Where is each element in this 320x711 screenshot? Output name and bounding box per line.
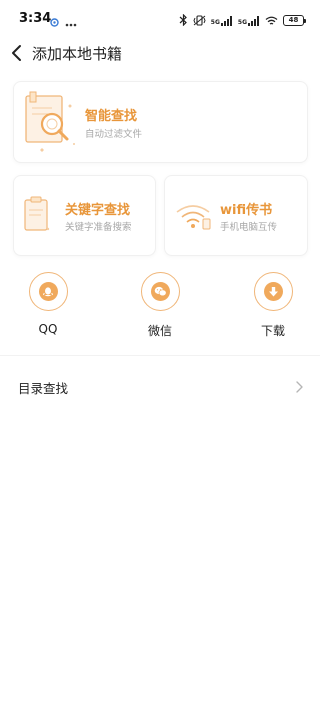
smart-search-subtitle: 自动过滤文件	[85, 129, 143, 140]
bluetooth-icon	[179, 11, 188, 30]
back-arrow-icon	[12, 45, 21, 61]
wifi-transfer-subtitle: 手机电脑互传	[220, 222, 278, 233]
smart-search-card[interactable]: 智能查找 自动过滤文件	[13, 81, 308, 163]
back-button[interactable]	[8, 42, 28, 64]
wifi-status-icon	[265, 11, 278, 30]
qq-label: QQ	[38, 322, 58, 336]
status-time: 3:34	[19, 11, 52, 26]
wifi-transfer-title: wifi传书	[220, 203, 273, 218]
wechat-button[interactable]: 微信	[120, 272, 200, 339]
battery-indicator: 48	[283, 15, 306, 26]
smart-search-illustration-icon	[25, 91, 75, 152]
vibrate-icon	[193, 11, 206, 30]
signal-bars-icon	[220, 15, 232, 26]
download-label: 下载	[260, 324, 285, 338]
wechat-circle	[140, 272, 180, 311]
download-circle	[253, 272, 293, 311]
qq-icon	[38, 282, 58, 301]
chevron-right-icon	[296, 381, 303, 393]
status-bar: 3:34 5G 5G 48	[0, 0, 320, 38]
page-title: 添加本地书籍	[32, 45, 123, 63]
directory-search-row[interactable]: 目录查找	[0, 367, 320, 407]
wifi-illustration-icon	[176, 205, 211, 230]
network-type-1: 5G	[210, 18, 220, 26]
network-type-2: 5G	[237, 18, 247, 26]
notification-icon	[50, 12, 59, 31]
header: 添加本地书籍	[0, 38, 320, 68]
wechat-label: 微信	[147, 324, 172, 338]
signal-bars-icon	[248, 15, 259, 26]
section-divider	[0, 355, 320, 356]
clipboard-icon	[24, 196, 50, 231]
download-button[interactable]: 下载	[233, 272, 313, 339]
more-notifications-icon	[65, 12, 77, 31]
status-left-icons	[50, 12, 77, 31]
qq-button[interactable]: QQ	[8, 272, 88, 336]
status-right-icons: 5G 5G 48	[179, 11, 306, 30]
wifi-transfer-card[interactable]: wifi传书 手机电脑互传	[164, 175, 308, 256]
qq-circle	[28, 272, 68, 311]
signal-1: 5G	[210, 15, 233, 26]
keyword-search-subtitle: 关键字准备搜索	[65, 222, 132, 233]
keyword-search-card[interactable]: 关键字查找 关键字准备搜索	[13, 175, 156, 256]
signal-2: 5G	[237, 15, 260, 26]
download-icon	[263, 282, 283, 301]
directory-search-label: 目录查找	[18, 381, 69, 396]
smart-search-title: 智能查找	[85, 109, 138, 124]
wechat-icon	[150, 282, 170, 301]
keyword-search-title: 关键字查找	[65, 203, 131, 218]
